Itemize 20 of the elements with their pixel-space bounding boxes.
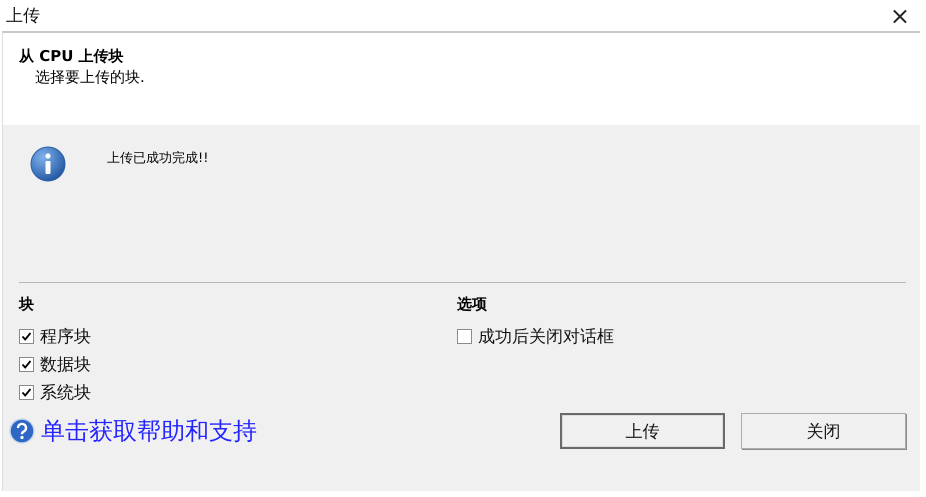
info-icon	[29, 145, 67, 183]
dialog-button[interactable]: 上传	[560, 413, 725, 449]
checkbox[interactable]	[19, 357, 34, 372]
close-button[interactable]: ×	[886, 4, 914, 28]
section-title: 选项	[457, 295, 488, 314]
checkbox[interactable]	[457, 329, 472, 344]
checkbox[interactable]	[19, 385, 34, 400]
help-link[interactable]: 单击获取帮助和支持	[9, 415, 257, 447]
header-subtitle: 选择要上传的块.	[34, 68, 146, 87]
checkbox-label: 系统块	[40, 382, 91, 404]
header-title: 从 CPU 上传块	[19, 47, 125, 66]
status-message: 上传已成功完成!!	[107, 150, 208, 168]
dialog-button[interactable]: 关闭	[741, 413, 906, 449]
checkbox-label: 成功后关闭对话框	[478, 326, 614, 348]
checkbox[interactable]	[19, 329, 34, 344]
checkbox-label: 程序块	[40, 326, 91, 348]
help-icon	[9, 418, 35, 444]
checkbox-label: 数据块	[40, 354, 91, 376]
window-title: 上传	[6, 5, 40, 27]
section-title: 块	[19, 295, 35, 314]
